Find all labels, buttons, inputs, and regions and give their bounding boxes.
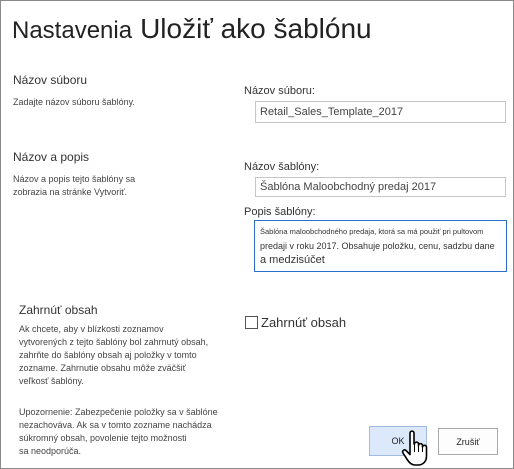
desc-line: vytvorených z tejto šablóny bol zahrnutý… xyxy=(19,337,209,347)
description-line: Šablóna maloobchodného predaja, ktorá sa… xyxy=(260,227,484,236)
include-content-checkbox[interactable] xyxy=(245,316,258,329)
file-name-label: Názov súboru: xyxy=(244,85,315,97)
breadcrumb-settings[interactable]: Nastavenia xyxy=(12,17,132,44)
desc-line: veľkosť šablóny. xyxy=(19,376,84,386)
warning-line: sa neodporúča. xyxy=(19,446,82,456)
section-title-file-name: Názov súboru xyxy=(13,73,88,87)
section-warning-include-content: Upozornenie: Zabezpečenie položky sa v š… xyxy=(19,406,218,458)
hand-pointer-icon xyxy=(401,430,428,466)
description-line: predaji v roku 2017. Obsahuje položku, c… xyxy=(260,241,495,251)
section-desc-name-desc: Názov a popis tejto šablóny sa zobrazia … xyxy=(13,173,135,199)
desc-line: zozname. Zahrnutie obsahu môže zväčšiť xyxy=(19,363,186,373)
warning-line: Upozornenie: Zabezpečenie položky sa v š… xyxy=(19,407,218,417)
section-title-include-content: Zahrnúť obsah xyxy=(19,303,98,317)
cancel-button[interactable]: Zrušiť xyxy=(438,428,498,455)
section-desc-file-name: Zadajte názov súboru šablóny. xyxy=(13,97,135,107)
template-description-textarea[interactable]: Šablóna maloobchodného predaja, ktorá sa… xyxy=(254,220,507,272)
page-header: Nastavenia Uložiť ako šablónu xyxy=(12,13,372,45)
desc-line: zahrňte do šablóny obsah aj položky v to… xyxy=(19,350,197,360)
warning-line: nezachováva. Ak sa v tomto zozname nachá… xyxy=(19,420,212,430)
template-description-label: Popis šablóny: xyxy=(244,206,316,218)
page-title: Uložiť ako šablónu xyxy=(140,13,372,44)
template-name-label: Názov šablóny: xyxy=(244,161,320,173)
desc-line: Názov a popis tejto šablóny sa xyxy=(13,174,136,184)
file-name-input[interactable]: Retail_Sales_Template_2017 xyxy=(255,101,506,123)
template-name-input[interactable]: Šablóna Maloobchodný predaj 2017 xyxy=(255,177,506,197)
desc-line: Ak chcete, aby v blízkosti zoznamov xyxy=(19,324,164,334)
warning-line: súkromný obsah, povolenie tejto možnosti xyxy=(19,433,187,443)
description-line: a medzisúčet xyxy=(260,254,325,266)
section-desc-include-content: Ak chcete, aby v blízkosti zoznamov vytv… xyxy=(19,323,208,388)
section-title-name-desc: Názov a popis xyxy=(13,150,90,164)
save-as-template-page: Nastavenia Uložiť ako šablónu Názov súbor… xyxy=(0,0,514,469)
desc-line: zobrazia na stránke Vytvoriť. xyxy=(13,187,128,197)
include-content-option[interactable]: Zahrnúť obsah xyxy=(245,315,346,330)
include-content-checkbox-label[interactable]: Zahrnúť obsah xyxy=(261,315,346,330)
